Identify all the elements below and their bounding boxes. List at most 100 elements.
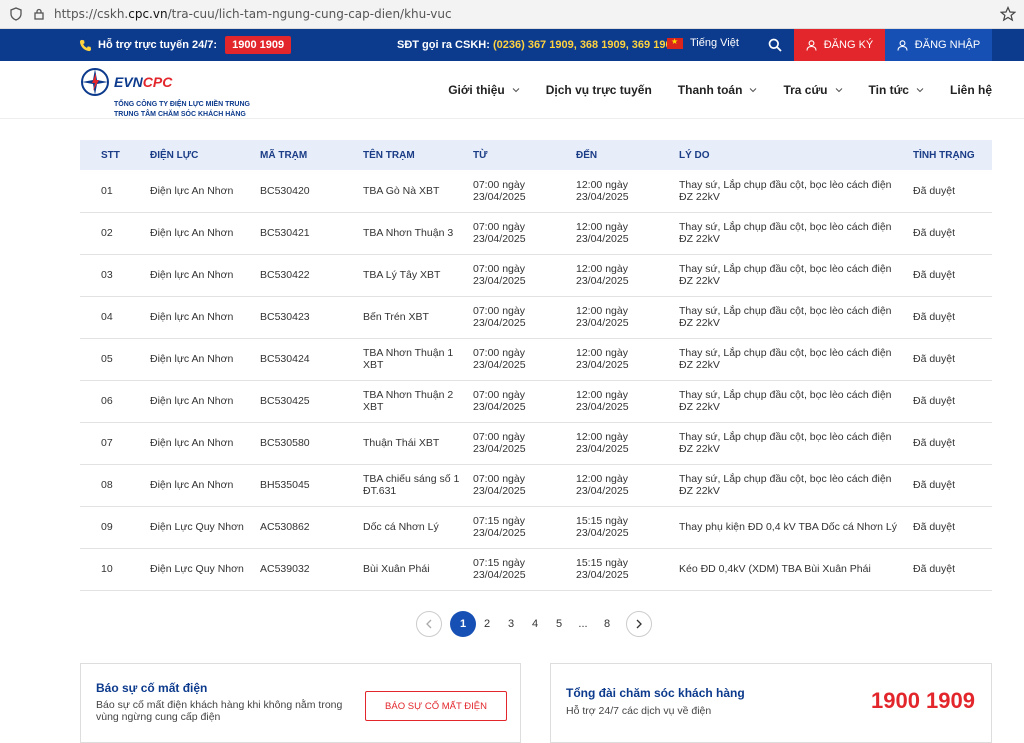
table-body: 01 Điện lực An Nhơn BC530420 TBA Gò Nà XBT 0…	[80, 170, 992, 590]
cell-dien-luc: Điện lực An Nhơn	[150, 479, 234, 491]
cell-dien-luc: Điện lực An Nhơn	[150, 437, 234, 449]
report-outage-card: Báo sự cố mất điện Báo sự cố mất điện kh…	[80, 663, 521, 743]
cell-ma-tram: BC530425	[260, 395, 310, 407]
register-label: ĐĂNG KÝ	[823, 39, 874, 51]
cell-dien-luc: Điện lực An Nhơn	[150, 269, 234, 281]
report-outage-button[interactable]: BÁO SỰ CỐ MẤT ĐIỆN	[365, 691, 507, 721]
cell-ma-tram: AC539032	[260, 563, 310, 575]
nav-tin-tuc[interactable]: Tin tức	[869, 83, 924, 97]
pagination: 1 2 3 4 5... 8	[416, 611, 652, 637]
callcenter-card-title: Tổng đài chăm sóc khách hàng	[566, 686, 745, 700]
header-tinh-trang: TÌNH TRẠNG	[913, 149, 975, 161]
cell-ly-do: Thay sứ, Lắp chụp đầu cột, bọc lèo cách …	[679, 305, 892, 329]
page-8-button[interactable]: 8	[594, 611, 620, 637]
table-row: 05 Điện lực An Nhơn BC530424 TBA Nhơn Thuận…	[80, 338, 992, 380]
cell-stt: 09	[101, 521, 113, 533]
cell-ly-do: Thay sứ, Lắp chụp đầu cột, bọc lèo cách …	[679, 431, 892, 455]
cell-tu: 07:00 ngày 23/04/2025	[473, 263, 526, 287]
language-label: Tiếng Việt	[690, 37, 739, 49]
table-row: 04 Điện lực An Nhơn BC530423 Bến Trén XBT 07…	[80, 296, 992, 338]
callcenter-phone[interactable]: 1900 1909	[871, 688, 975, 714]
header-stt: STT	[101, 149, 120, 161]
cell-ten-tram: Dốc cá Nhơn Lý	[363, 521, 439, 533]
header-dien-luc: ĐIỆN LỰC	[150, 149, 199, 161]
cell-ly-do: Thay sứ, Lắp chụp đầu cột, bọc lèo cách …	[679, 263, 892, 287]
cell-tinh-trang: Đã duyệt	[913, 269, 956, 281]
report-card-title: Báo sự cố mất điện	[96, 681, 208, 695]
language-selector[interactable]: Tiếng Việt	[667, 37, 739, 49]
chevron-down-icon	[512, 88, 520, 93]
next-page-button[interactable]	[626, 611, 652, 637]
evncpc-logo[interactable]: EVNCPC TỔNG CÔNG TY ĐIỆN LỰC MIỀN TRUNG …	[80, 67, 250, 118]
cell-tu: 07:00 ngày 23/04/2025	[473, 305, 526, 329]
chevron-down-icon	[750, 88, 757, 93]
page-5-button[interactable]: 5	[546, 611, 572, 637]
site-header: EVNCPC TỔNG CÔNG TY ĐIỆN LỰC MIỀN TRUNG …	[0, 61, 1024, 119]
url-field[interactable]: https://cskh.cpc.vn/tra-cuu/lich-tam-ngu…	[54, 7, 452, 21]
schedule-table: STT ĐIỆN LỰC MÃ TRẠM TÊN TRẠM TỪ ĐẾN LÝ …	[80, 140, 992, 591]
cell-ly-do: Thay sứ, Lắp chụp đầu cột, bọc lèo cách …	[679, 347, 892, 371]
outage-schedule-table: STT ĐIỆN LỰC MÃ TRẠM TÊN TRẠM TỪ ĐẾN LÝ …	[80, 140, 992, 591]
page-2-button[interactable]: 2	[474, 611, 500, 637]
cell-den: 15:15 ngày 23/04/2025	[576, 557, 629, 581]
cell-ly-do: Thay sứ, Lắp chụp đầu cột, bọc lèo cách …	[679, 178, 892, 203]
cell-ly-do: Thay sứ, Lắp chụp đầu cột, bọc lèo cách …	[679, 221, 892, 245]
cell-tu: 07:00 ngày 23/04/2025	[473, 347, 526, 371]
cskh-info: SĐT gọi ra CSKH: (0236) 367 1909, 368 19…	[397, 39, 678, 51]
cell-dien-luc: Điện lực An Nhơn	[150, 184, 234, 197]
cell-tu: 07:00 ngày 23/04/2025	[473, 473, 526, 497]
search-icon[interactable]	[768, 38, 782, 52]
table-row: 09 Điện Lực Quy Nhơn AC530862 Dốc cá Nhơn L…	[80, 506, 992, 548]
main-nav: Giới thiệu Dịch vụ trực tuyến Thanh toán…	[422, 83, 992, 97]
hotline-number[interactable]: 1900 1909	[225, 36, 292, 54]
cell-tinh-trang: Đã duyệt	[913, 184, 956, 197]
page-1-button[interactable]: 1	[450, 611, 476, 637]
support-label: Hỗ trợ trực tuyến 24/7:	[98, 39, 218, 51]
cell-ly-do: Thay sứ, Lắp chụp đầu cột, bọc lèo cách …	[679, 473, 892, 497]
cell-den: 12:00 ngày 23/04/2025	[576, 473, 629, 497]
nav-tra-cuu[interactable]: Tra cứu	[783, 83, 842, 97]
cell-dien-luc: Điện lực An Nhơn	[150, 353, 234, 365]
cell-ma-tram: BC530422	[260, 269, 310, 281]
evn-logo-icon	[81, 68, 109, 96]
user-icon	[806, 39, 817, 51]
page-3-button[interactable]: 3	[498, 611, 524, 637]
cell-stt: 05	[101, 353, 113, 365]
cell-tu: 07:00 ngày 23/04/2025	[473, 221, 526, 245]
cell-tu: 07:15 ngày 23/04/2025	[473, 557, 526, 581]
prev-page-button[interactable]	[416, 611, 442, 637]
chevron-left-icon	[426, 619, 432, 629]
login-button[interactable]: ĐĂNG NHẬP	[885, 29, 992, 61]
cell-stt: 07	[101, 437, 113, 449]
cell-den: 12:00 ngày 23/04/2025	[576, 263, 629, 287]
table-row: 06 Điện lực An Nhơn BC530425 TBA Nhơn Thuận…	[80, 380, 992, 422]
nav-gioi-thieu[interactable]: Giới thiệu	[448, 83, 520, 97]
cell-ten-tram: Thuận Thái XBT	[363, 437, 440, 449]
register-button[interactable]: ĐĂNG KÝ	[794, 29, 885, 61]
user-icon	[897, 39, 908, 51]
cell-den: 12:00 ngày 23/04/2025	[576, 347, 629, 371]
page-ellipsis: ...	[578, 618, 588, 630]
nav-lien-he[interactable]: Liên hệ	[950, 83, 992, 97]
cell-ma-tram: BC530420	[260, 184, 310, 197]
vietnam-flag-icon	[667, 37, 683, 49]
cell-tu: 07:00 ngày 23/04/2025	[473, 178, 526, 203]
header-ma-tram: MÃ TRẠM	[260, 149, 308, 161]
page-numbers: 1 2 3 4 5... 8	[450, 611, 618, 637]
cell-tu: 07:00 ngày 23/04/2025	[473, 431, 526, 455]
cell-ly-do: Thay phụ kiện ĐD 0,4 kV TBA Dốc cá Nhơn …	[679, 521, 897, 533]
cell-ma-tram: BC530423	[260, 311, 310, 323]
nav-dich-vu[interactable]: Dịch vụ trực tuyến	[546, 83, 652, 97]
bookmark-star-icon[interactable]	[1000, 6, 1016, 22]
cell-stt: 03	[101, 269, 113, 281]
hotline-group: Hỗ trợ trực tuyến 24/7: 1900 1909	[79, 36, 292, 54]
chevron-down-icon	[835, 88, 842, 93]
header-tu: TỪ	[473, 149, 488, 161]
cell-dien-luc: Điện Lực Quy Nhơn	[150, 563, 244, 575]
page-4-button[interactable]: 4	[522, 611, 548, 637]
nav-thanh-toan[interactable]: Thanh toán	[678, 83, 758, 97]
lock-icon	[34, 8, 44, 20]
cell-stt: 01	[101, 184, 113, 197]
header-ly-do: LÝ DO	[679, 149, 710, 161]
cell-tinh-trang: Đã duyệt	[913, 563, 956, 575]
